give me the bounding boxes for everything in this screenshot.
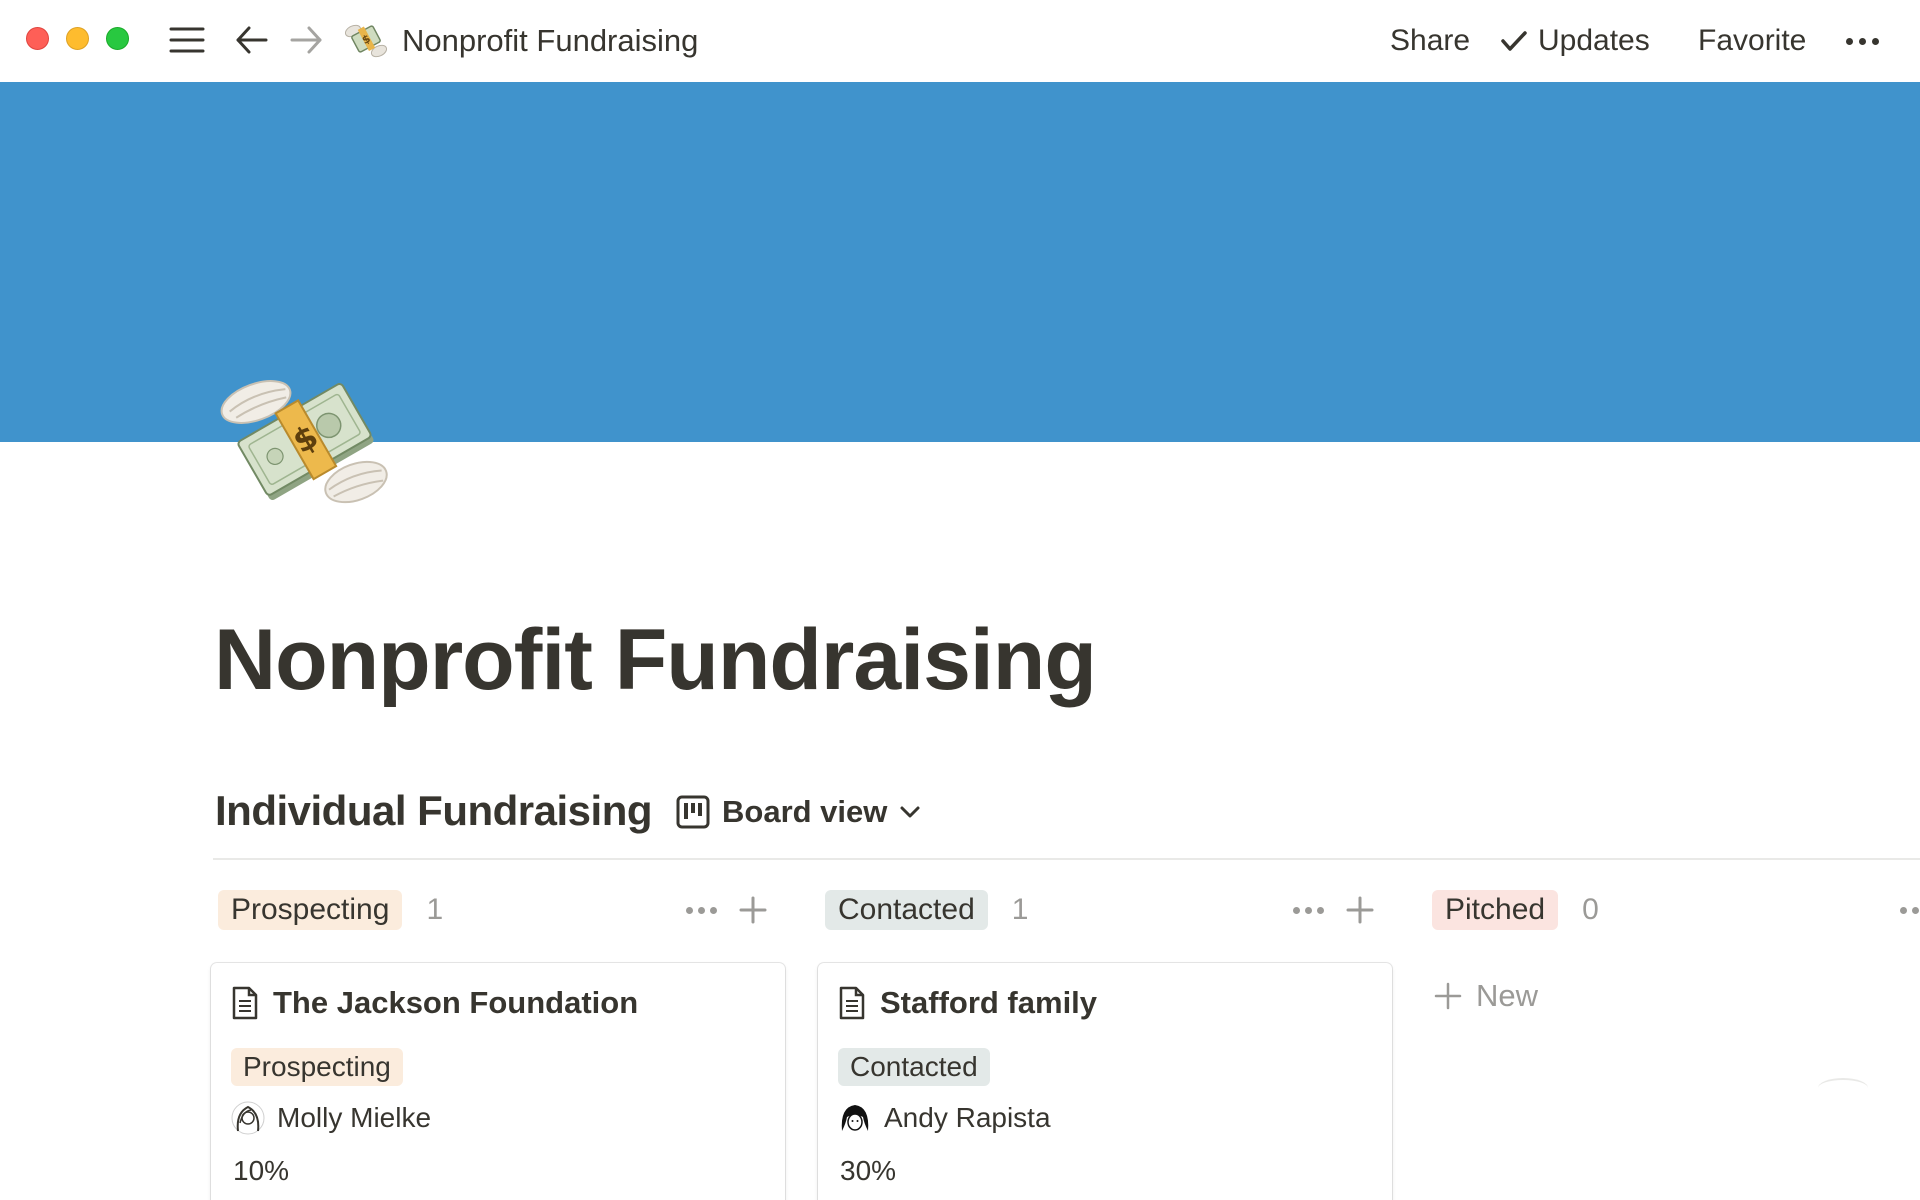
updates-label: Updates — [1538, 24, 1650, 57]
database-title[interactable]: Individual Fundraising — [215, 784, 653, 838]
back-arrow-icon[interactable] — [230, 20, 274, 60]
more-options-icon[interactable] — [1840, 26, 1884, 56]
window-close-button[interactable] — [26, 27, 49, 50]
window-maximize-button[interactable] — [106, 27, 129, 50]
status-badge: Contacted — [838, 1048, 990, 1086]
money-with-wings-icon[interactable]: $ — [216, 362, 392, 518]
share-button[interactable]: Share — [1390, 21, 1470, 61]
card-title: The Jackson Foundation — [273, 985, 639, 1020]
card-percent: 30% — [840, 1155, 897, 1186]
view-label: Board view — [722, 794, 888, 829]
column-actions — [1900, 890, 1920, 930]
add-card-icon[interactable] — [1346, 890, 1374, 930]
chevron-down-icon — [900, 806, 920, 818]
person-name: Molly Mielke — [277, 1102, 432, 1133]
column-count: 1 — [426, 893, 444, 926]
title-bar: $ Nonprofit Fundraising Share Updates Fa… — [0, 0, 1920, 82]
avatar — [839, 1102, 871, 1134]
help-button-edge[interactable] — [1818, 1078, 1868, 1098]
status-badge: Prospecting — [231, 1048, 403, 1086]
column-label[interactable]: Prospecting — [218, 890, 403, 930]
column-more-icon[interactable] — [686, 890, 717, 930]
page-icon — [232, 986, 258, 1020]
new-card-label: New — [1476, 978, 1539, 1013]
sidebar-toggle-icon[interactable] — [166, 20, 208, 60]
column-label[interactable]: Pitched — [1432, 890, 1559, 930]
breadcrumb-page-title[interactable]: Nonprofit Fundraising — [402, 21, 698, 61]
person-name: Andy Rapista — [884, 1102, 1051, 1133]
updates-button[interactable]: Updates — [1500, 21, 1650, 61]
money-with-wings-icon[interactable]: $ — [344, 20, 388, 60]
board-column-header-prospecting: Prospecting 1 — [218, 888, 443, 932]
card-title: Stafford family — [880, 985, 1098, 1020]
board-icon — [676, 795, 710, 829]
view-switcher[interactable]: Board view — [676, 790, 921, 834]
board-column-header-pitched: Pitched 0 — [1432, 888, 1599, 932]
forward-arrow-icon[interactable] — [284, 20, 328, 60]
column-count: 0 — [1582, 893, 1599, 926]
column-actions — [686, 890, 767, 930]
plus-icon — [1434, 982, 1462, 1010]
column-more-icon[interactable] — [1900, 890, 1920, 930]
board-card[interactable]: The Jackson Foundation Prospecting Molly… — [211, 963, 785, 1200]
card-percent: 10% — [233, 1155, 290, 1186]
page-icon — [839, 986, 865, 1020]
column-actions — [1293, 890, 1374, 930]
window-minimize-button[interactable] — [66, 27, 89, 50]
new-card-button[interactable]: New — [1434, 978, 1538, 1014]
avatar — [231, 1101, 265, 1135]
column-label[interactable]: Contacted — [825, 890, 988, 930]
column-more-icon[interactable] — [1293, 890, 1324, 930]
board-card[interactable]: Stafford family Contacted Andy Rapista 3… — [818, 963, 1392, 1200]
checkmark-icon — [1501, 31, 1527, 51]
board-column-header-contacted: Contacted 1 — [825, 888, 1028, 932]
page-title[interactable]: Nonprofit Fundraising — [214, 608, 1097, 712]
database-divider — [213, 858, 1920, 860]
favorite-button[interactable]: Favorite — [1698, 21, 1806, 61]
add-card-icon[interactable] — [739, 890, 767, 930]
column-count: 1 — [1011, 893, 1029, 926]
